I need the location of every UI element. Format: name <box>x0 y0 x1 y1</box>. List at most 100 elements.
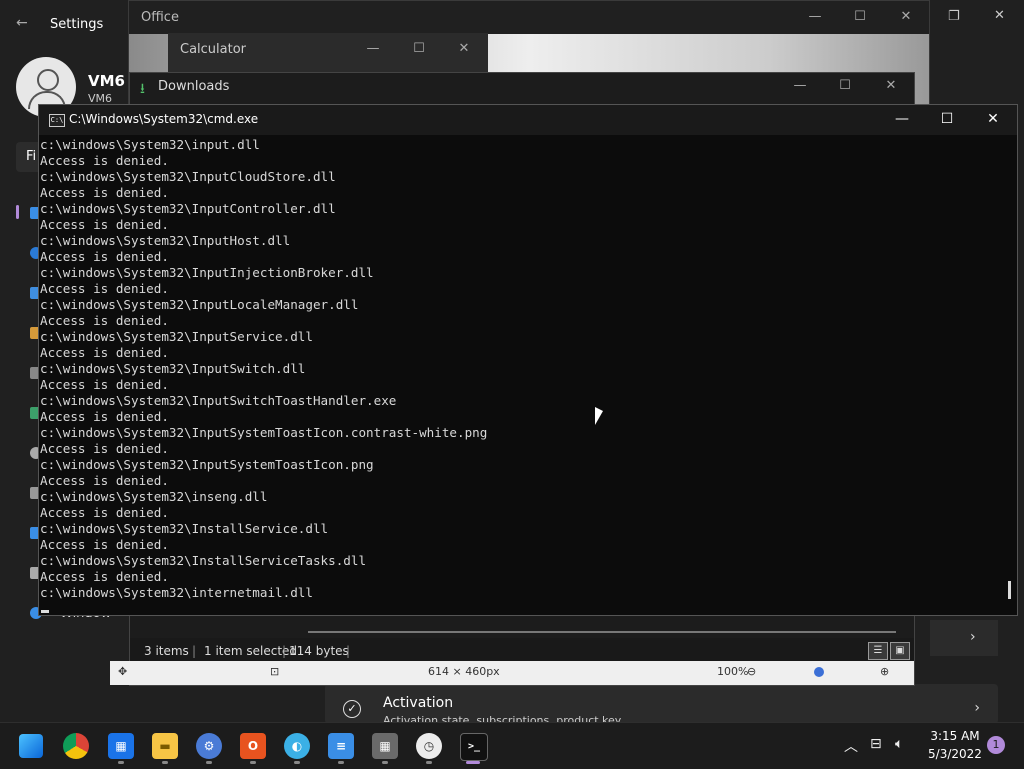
vertical-scrollbar[interactable] <box>1008 581 1011 599</box>
app-indicator <box>294 761 300 764</box>
minimize-icon[interactable]: — <box>887 111 917 127</box>
user-name: VM6 <box>88 72 125 90</box>
status-size: 114 bytes <box>289 644 349 658</box>
cmd-line: Access is denied. <box>40 377 169 392</box>
restore-icon[interactable]: ❐ <box>948 9 960 24</box>
close-icon[interactable]: ✕ <box>994 8 1005 23</box>
calculator-title: Calculator <box>180 42 247 57</box>
close-icon[interactable]: ✕ <box>978 111 1008 127</box>
clock-date[interactable]: 5/3/2022 <box>925 747 985 761</box>
activation-row[interactable]: ✓ Activation Activation state, subscript… <box>325 684 998 724</box>
maximize-icon[interactable]: ☐ <box>835 78 855 93</box>
file-explorer-icon[interactable]: ▬ <box>152 733 178 759</box>
cmd-line: Access is denied. <box>40 217 169 232</box>
cmd-line: c:\windows\System32\InputLocaleManager.d… <box>40 297 359 312</box>
app-indicator <box>206 761 212 764</box>
downloads-title: Downloads <box>158 79 230 94</box>
app-indicator <box>382 761 388 764</box>
settings-row-card[interactable]: › <box>930 620 998 656</box>
start-icon[interactable] <box>19 734 43 758</box>
cmd-line: c:\windows\System32\internetmail.dll <box>40 585 313 600</box>
horizontal-scrollbar[interactable] <box>308 631 896 633</box>
maximize-icon[interactable]: ☐ <box>850 9 870 24</box>
cmd-line: Access is denied. <box>40 409 169 424</box>
active-app-indicator <box>466 761 480 764</box>
taskbar: ▦ ▬ ⚙ O ◐ ≡ ▦ ◷ >_ ︿ ⊟ 🔈︎ 3:15 AM 5/3/20… <box>0 722 1024 769</box>
app-indicator <box>250 761 256 764</box>
app-indicator <box>162 761 168 764</box>
calendar-icon[interactable]: ▦ <box>108 733 134 759</box>
zoom-level: 100% <box>717 665 749 678</box>
chevron-up-icon[interactable]: ︿ <box>844 736 858 756</box>
minimize-icon[interactable]: — <box>790 78 810 93</box>
cmd-line: c:\windows\System32\input.dll <box>40 137 260 152</box>
chevron-right-icon: › <box>974 700 980 716</box>
crop-icon[interactable]: ⊡ <box>270 665 279 678</box>
cmd-line: Access is denied. <box>40 313 169 328</box>
cmd-line: Access is denied. <box>40 153 169 168</box>
clock-time[interactable]: 3:15 AM <box>925 729 985 743</box>
cmd-line: c:\windows\System32\InputSystemToastIcon… <box>40 457 374 472</box>
calculator-icon[interactable]: ▦ <box>372 733 398 759</box>
status-item-count: 3 items <box>144 644 189 658</box>
cmd-line: Access is denied. <box>40 185 169 200</box>
notepad-icon[interactable]: ≡ <box>328 733 354 759</box>
notification-badge[interactable]: 1 <box>987 736 1005 754</box>
network-icon[interactable]: ⊟ <box>870 736 882 752</box>
cmd-line: c:\windows\System32\InputCloudStore.dll <box>40 169 336 184</box>
cmd-line: c:\windows\System32\InstallServiceTasks.… <box>40 553 367 568</box>
clock-icon[interactable]: ◷ <box>416 733 442 759</box>
chevron-right-icon: › <box>970 629 976 645</box>
cmd-titlebar[interactable]: C:\ C:\Windows\System32\cmd.exe — ☐ ✕ <box>39 105 1017 135</box>
settings-title: Settings <box>50 17 104 32</box>
image-dimensions: 614 × 460px <box>428 665 500 678</box>
cmd-line: c:\windows\System32\InputInjectionBroker… <box>40 265 374 280</box>
tiles-view-icon[interactable]: ▣ <box>890 642 910 660</box>
close-icon[interactable]: ✕ <box>896 9 916 24</box>
app-indicator <box>118 761 124 764</box>
cmd-line: c:\windows\System32\InputController.dll <box>40 201 336 216</box>
cmd-line: Access is denied. <box>40 441 169 456</box>
cmd-output[interactable]: c:\windows\System32\input.dll Access is d… <box>40 137 487 601</box>
text-cursor <box>41 610 49 613</box>
close-icon[interactable]: ✕ <box>454 41 474 56</box>
settings-gear-icon[interactable]: ⚙ <box>196 733 222 759</box>
app-indicator <box>426 761 432 764</box>
activation-title: Activation <box>383 695 454 711</box>
cmd-window: C:\ C:\Windows\System32\cmd.exe — ☐ ✕ c:… <box>38 104 1018 616</box>
cmd-line: c:\windows\System32\InstallService.dll <box>40 521 329 536</box>
cmd-line: c:\windows\System32\InputSwitch.dll <box>40 361 306 376</box>
app-indicator <box>338 761 344 764</box>
zoom-in-icon[interactable]: ⊕ <box>880 665 889 678</box>
move-icon[interactable]: ✥ <box>118 665 127 678</box>
cmd-line: Access is denied. <box>40 537 169 552</box>
office-title: Office <box>141 10 179 25</box>
chrome-icon[interactable] <box>63 733 89 759</box>
check-circle-icon: ✓ <box>343 700 361 718</box>
office-icon[interactable]: O <box>240 733 266 759</box>
zoom-out-icon[interactable]: ⊖ <box>747 665 756 678</box>
cmd-line: c:\windows\System32\InputSystemToastIcon… <box>40 425 488 440</box>
nav-selection-indicator <box>16 205 19 219</box>
zoom-slider[interactable] <box>814 667 824 677</box>
cmd-line: c:\windows\System32\InputHost.dll <box>40 233 291 248</box>
cmd-line: Access is denied. <box>40 249 169 264</box>
details-view-icon[interactable]: ☰ <box>868 642 888 660</box>
minimize-icon[interactable]: — <box>363 41 383 56</box>
download-icon: ⭳ <box>140 81 145 97</box>
minimize-icon[interactable]: — <box>805 9 825 24</box>
status-separator: | <box>192 644 197 658</box>
calculator-window: Calculator — ☐ ✕ <box>168 33 488 73</box>
volume-icon[interactable]: 🔈︎ <box>895 736 903 752</box>
cmd-line: Access is denied. <box>40 569 169 584</box>
cmd-line: Access is denied. <box>40 505 169 520</box>
back-arrow-icon[interactable]: ← <box>16 15 32 31</box>
maximize-icon[interactable]: ☐ <box>932 111 962 127</box>
status-separator: | <box>346 644 351 658</box>
close-icon[interactable]: ✕ <box>881 78 901 93</box>
maximize-icon[interactable]: ☐ <box>409 41 429 56</box>
mouse-pointer-icon <box>595 407 603 425</box>
photos-icon[interactable]: ◐ <box>284 733 310 759</box>
terminal-icon[interactable]: >_ <box>460 733 488 761</box>
cmd-line: c:\windows\System32\InputSwitchToastHand… <box>40 393 397 408</box>
